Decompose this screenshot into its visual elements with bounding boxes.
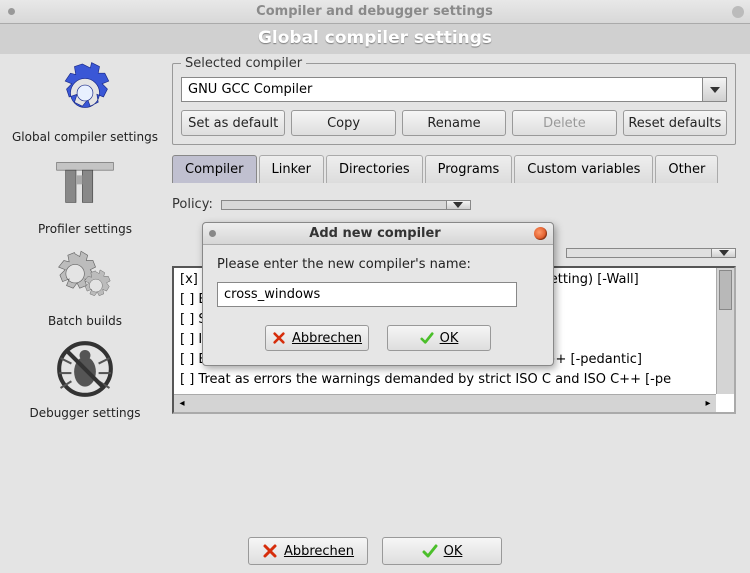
window-menu-icon[interactable]	[8, 8, 15, 15]
window-title: Compiler and debugger settings	[17, 4, 732, 19]
cancel-button-label: Abbrechen	[284, 544, 354, 559]
gear-icon	[4, 58, 166, 128]
page-subtitle: Global compiler settings	[0, 24, 750, 54]
scroll-right-icon[interactable]: ▸	[700, 396, 716, 412]
sidebar-item-profiler[interactable]: Profiler settings	[4, 150, 166, 236]
sidebar-item-label: Profiler settings	[4, 222, 166, 236]
policy-select[interactable]	[221, 200, 471, 210]
policy-label: Policy:	[172, 197, 213, 212]
sidebar-item-label: Debugger settings	[4, 406, 166, 420]
tab-custom-variables[interactable]: Custom variables	[514, 155, 653, 183]
tab-directories[interactable]: Directories	[326, 155, 423, 183]
gears-icon	[4, 242, 166, 312]
cancel-icon	[272, 331, 286, 345]
add-compiler-dialog: Add new compiler Please enter the new co…	[202, 222, 554, 366]
dialog-ok-label: OK	[440, 331, 459, 346]
ok-button[interactable]: OK	[382, 537, 502, 565]
cancel-button[interactable]: Abbrechen	[248, 537, 368, 565]
tab-programs[interactable]: Programs	[425, 155, 513, 183]
set-as-default-button[interactable]: Set as default	[181, 110, 285, 136]
flag-row[interactable]: [ ] Treat as errors the warnings demande…	[180, 370, 710, 390]
vertical-scrollbar[interactable]	[716, 268, 734, 394]
scroll-left-icon[interactable]: ◂	[174, 396, 190, 412]
window-close-icon[interactable]	[732, 6, 744, 18]
dialog-prompt: Please enter the new compiler's name:	[217, 257, 539, 272]
dialog-title: Add new compiler	[216, 226, 534, 241]
ok-button-label: OK	[444, 544, 463, 559]
policy-select-value	[222, 201, 446, 209]
caliper-icon	[4, 150, 166, 220]
compiler-select[interactable]: GNU GCC Compiler	[181, 77, 727, 102]
scrollbar-thumb[interactable]	[719, 270, 732, 310]
selected-compiler-legend: Selected compiler	[181, 56, 306, 71]
reset-defaults-button[interactable]: Reset defaults	[623, 110, 727, 136]
copy-button[interactable]: Copy	[291, 110, 395, 136]
main-titlebar: Compiler and debugger settings	[0, 0, 750, 24]
chevron-down-icon[interactable]	[446, 201, 470, 209]
tab-other[interactable]: Other	[655, 155, 718, 183]
compiler-select-value: GNU GCC Compiler	[182, 78, 702, 101]
dialog-titlebar[interactable]: Add new compiler	[203, 223, 553, 245]
sidebar: Global compiler settings Profiler settin…	[0, 54, 170, 536]
chevron-down-icon[interactable]	[702, 78, 726, 101]
no-bug-icon	[4, 334, 166, 404]
rename-button[interactable]: Rename	[402, 110, 506, 136]
dialog-cancel-button[interactable]: Abbrechen	[265, 325, 369, 351]
compiler-name-input[interactable]	[217, 282, 517, 307]
dialog-footer: Abbrechen OK	[0, 537, 750, 565]
chevron-down-icon[interactable]	[711, 249, 735, 257]
ok-icon	[422, 543, 438, 559]
horizontal-scrollbar[interactable]: ◂ ▸	[174, 394, 716, 412]
dialog-menu-icon[interactable]	[209, 230, 216, 237]
sidebar-item-label: Global compiler settings	[4, 130, 166, 144]
selected-compiler-group: Selected compiler GNU GCC Compiler Set a…	[172, 56, 736, 145]
dialog-close-icon[interactable]	[534, 227, 547, 240]
sidebar-item-debugger[interactable]: Debugger settings	[4, 334, 166, 420]
category-select[interactable]	[566, 248, 736, 258]
ok-icon	[420, 331, 434, 345]
sidebar-item-global-compiler[interactable]: Global compiler settings	[4, 58, 166, 144]
category-select-value	[567, 249, 711, 257]
sidebar-item-label: Batch builds	[4, 314, 166, 328]
settings-tabs: Compiler Linker Directories Programs Cus…	[172, 155, 736, 183]
cancel-icon	[262, 543, 278, 559]
dialog-ok-button[interactable]: OK	[387, 325, 491, 351]
tab-linker[interactable]: Linker	[259, 155, 325, 183]
sidebar-item-batch-builds[interactable]: Batch builds	[4, 242, 166, 328]
delete-button: Delete	[512, 110, 616, 136]
dialog-cancel-label: Abbrechen	[292, 331, 362, 346]
tab-compiler[interactable]: Compiler	[172, 155, 257, 183]
